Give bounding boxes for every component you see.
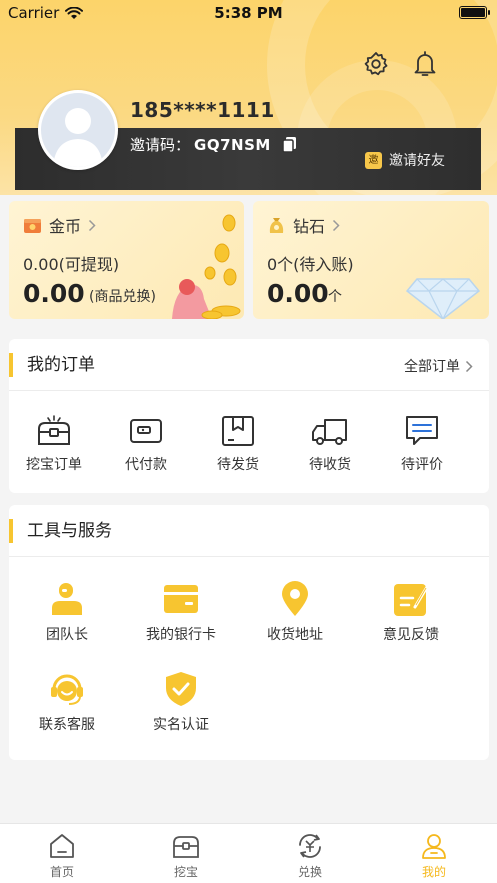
settings-icon[interactable] (363, 50, 389, 78)
tool-customer-service[interactable]: 联系客服 (9, 671, 125, 734)
tool-feedback[interactable]: 意见反馈 (353, 581, 469, 644)
treasure-icon (173, 836, 199, 858)
diamond-bag-icon (269, 217, 284, 233)
coins-card[interactable]: 金币 0.00(可提现) 0.00 (商品兑换) (9, 201, 244, 319)
customer-service-icon (51, 674, 83, 705)
divider (9, 390, 489, 391)
wallet-icon (130, 419, 162, 443)
coins-amount: 0.00 (23, 279, 85, 308)
comment-icon (406, 416, 438, 445)
tool-bank-card[interactable]: 我的银行卡 (123, 581, 239, 644)
order-to-ship[interactable]: 待发货 (198, 414, 278, 474)
order-treasure[interactable]: 挖宝订单 (14, 414, 94, 474)
tab-exchange[interactable]: 兑换 (248, 832, 372, 880)
home-icon (50, 834, 74, 858)
chevron-right-icon (88, 219, 96, 231)
status-bar: Carrier 5:38 PM (0, 0, 497, 26)
diamonds-unit: 个 (328, 289, 342, 305)
invite-friends-label: 邀请好友 (389, 153, 445, 169)
feedback-icon (394, 584, 429, 616)
avatar[interactable] (38, 90, 118, 170)
truck-icon (312, 419, 347, 445)
order-pending-payment[interactable]: 代付款 (106, 414, 186, 474)
tool-address[interactable]: 收货地址 (237, 581, 353, 644)
tab-treasure[interactable]: 挖宝 (124, 832, 248, 880)
team-leader-icon (52, 583, 82, 615)
invite-badge-icon: 邀 (365, 151, 382, 169)
status-time: 5:38 PM (214, 4, 283, 22)
user-phone: 185****1111 (130, 98, 275, 122)
location-pin-icon (282, 581, 308, 616)
copy-icon[interactable] (281, 136, 299, 154)
tool-team-leader[interactable]: 团队长 (9, 581, 125, 644)
user-icon (422, 834, 446, 859)
diamonds-card[interactable]: 钻石 0个(待入账) 0.00 个 (253, 201, 489, 319)
diamonds-amount: 0.00 (267, 279, 329, 308)
chevron-right-icon (465, 360, 473, 372)
coins-title[interactable]: 金币 (23, 213, 96, 237)
all-orders-link[interactable]: 全部订单 (404, 356, 473, 376)
exchange-icon (299, 834, 321, 858)
tools-title: 工具与服务 (9, 519, 112, 543)
coins-note: (商品兑换) (89, 289, 156, 305)
diamonds-pending: 0个(待入账) (267, 255, 354, 274)
coin-wallet-icon (24, 218, 41, 233)
battery-icon (459, 6, 490, 19)
coins-illustration (172, 214, 241, 319)
invite-code: 邀请码： GQ7NSM (130, 134, 299, 155)
divider (9, 556, 489, 557)
tool-verification[interactable]: 实名认证 (123, 671, 239, 734)
invite-code-value: GQ7NSM (194, 135, 271, 154)
diamond-illustration (405, 278, 481, 319)
tools-card: 工具与服务 团队长 我的银行卡 收货地址 意见反馈 联系客服 实名认证 (9, 505, 489, 760)
invite-friends-button[interactable]: 邀 邀请好友 (365, 150, 445, 170)
diamonds-title[interactable]: 钻石 (267, 213, 340, 237)
order-to-receive[interactable]: 待收货 (290, 414, 370, 474)
treasure-box-icon (38, 415, 70, 445)
tab-mine[interactable]: 我的 (372, 832, 496, 880)
orders-title: 我的订单 (9, 353, 95, 377)
coins-withdrawable: 0.00(可提现) (23, 255, 120, 274)
tab-bar: 首页 挖宝 兑换 我的 (0, 823, 497, 883)
order-to-review[interactable]: 待评价 (382, 414, 462, 474)
tab-home[interactable]: 首页 (0, 832, 124, 880)
chevron-right-icon (332, 219, 340, 231)
verified-shield-icon (166, 672, 196, 706)
bank-card-icon (164, 585, 198, 613)
invite-code-label: 邀请码： (130, 136, 191, 154)
orders-card: 我的订单 全部订单 挖宝订单 代付款 待发货 待收货 待评价 (9, 339, 489, 493)
bell-icon[interactable] (412, 50, 438, 78)
package-icon (222, 416, 254, 446)
